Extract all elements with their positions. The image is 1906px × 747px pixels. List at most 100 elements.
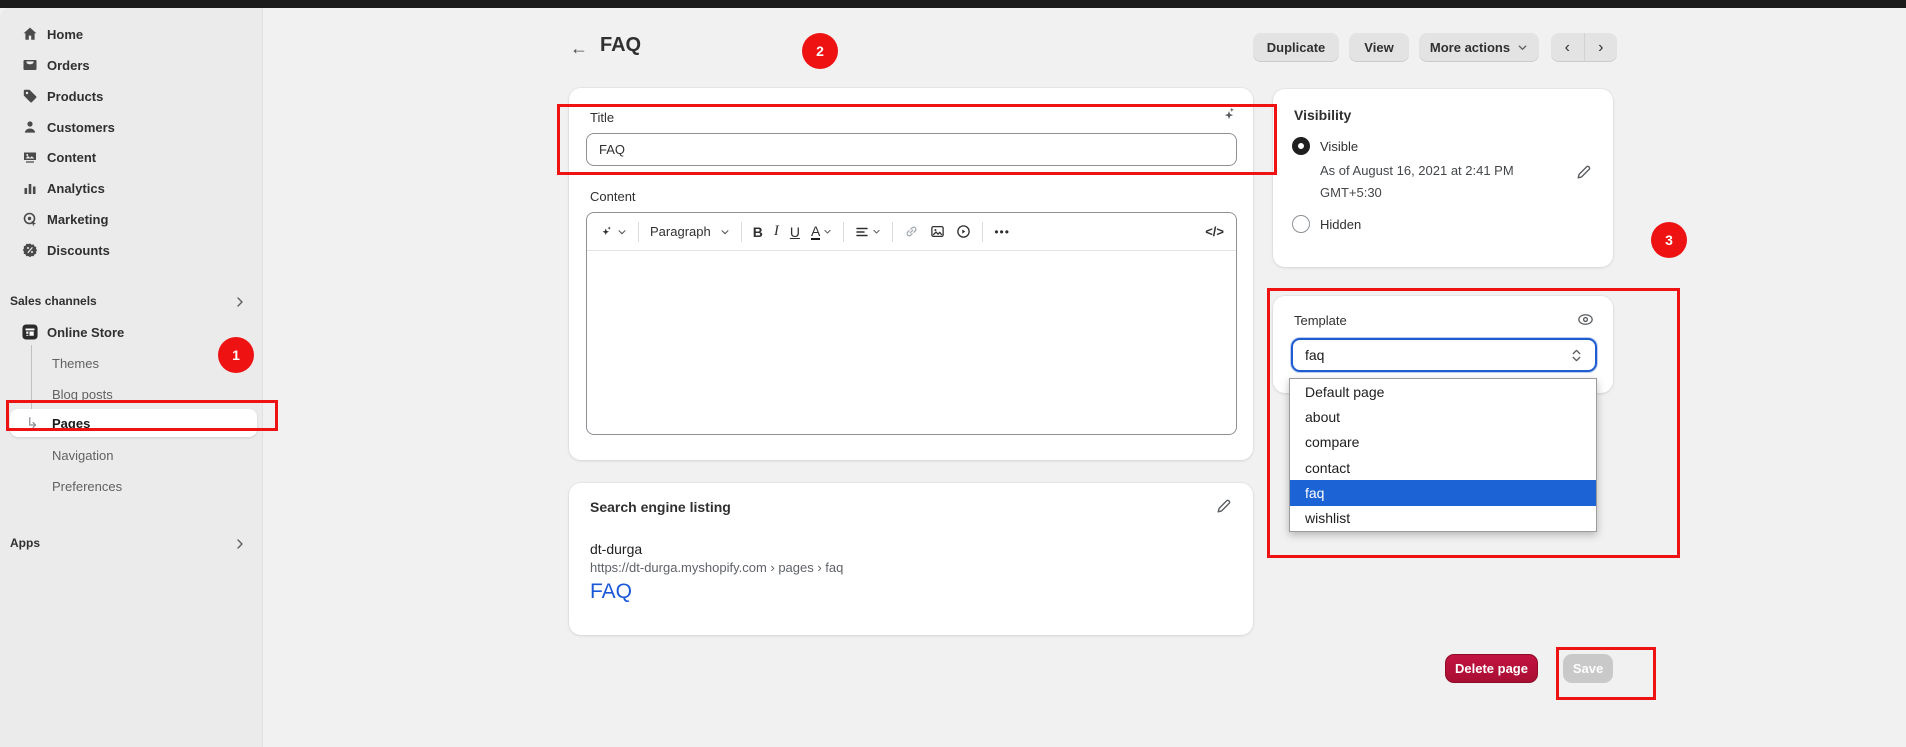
sidebar-item-online-store[interactable]: Online Store xyxy=(12,318,251,346)
more-actions-button[interactable]: More actions xyxy=(1419,33,1539,62)
content-icon xyxy=(22,149,38,165)
sidebar-item-pages[interactable]: ↳ Pages xyxy=(10,409,257,437)
magic-write-button[interactable] xyxy=(599,224,627,239)
sidebar-item-content[interactable]: Content xyxy=(12,143,251,171)
duplicate-button[interactable]: Duplicate xyxy=(1253,33,1339,62)
template-dropdown-list: Default page about compare contact faq w… xyxy=(1289,378,1597,532)
template-heading: Template xyxy=(1294,313,1347,328)
rich-text-editor[interactable]: Paragraph B I U A xyxy=(586,212,1237,435)
text-color-label: A xyxy=(811,224,820,240)
chevron-down-icon xyxy=(617,227,627,237)
magic-ai-icon xyxy=(599,224,614,239)
view-eye-icon[interactable] xyxy=(1576,310,1595,329)
editor-toolbar: Paragraph B I U A xyxy=(587,213,1236,251)
shopify-admin-page: Home Orders Products Customers Content A… xyxy=(0,0,1906,747)
seo-site-name: dt-durga xyxy=(590,541,642,557)
discounts-icon xyxy=(22,242,38,258)
sidebar-item-orders[interactable]: Orders xyxy=(12,51,251,79)
top-chrome-bar xyxy=(0,0,1906,8)
toolbar-divider xyxy=(638,222,639,242)
seo-result-link[interactable]: FAQ xyxy=(590,580,632,604)
sidebar-item-home[interactable]: Home xyxy=(12,20,251,48)
more-options-button[interactable]: ••• xyxy=(994,225,1010,239)
customers-icon xyxy=(22,119,38,135)
dropdown-option-about[interactable]: about xyxy=(1290,404,1596,429)
sidebar-item-label: Analytics xyxy=(47,181,105,196)
annotation-step-2: 2 xyxy=(802,33,838,69)
hidden-radio[interactable] xyxy=(1292,215,1310,233)
edit-pencil-icon[interactable] xyxy=(1575,163,1593,181)
visible-note-line2: GMT+5:30 xyxy=(1320,185,1382,200)
view-button[interactable]: View xyxy=(1349,33,1409,62)
visible-label[interactable]: Visible xyxy=(1320,139,1358,154)
sidebar-item-blog-posts[interactable]: Blog posts xyxy=(12,380,251,408)
select-updown-icon xyxy=(1570,348,1583,363)
chevron-down-icon xyxy=(823,227,832,236)
sales-channels-header[interactable]: Sales channels xyxy=(10,294,97,308)
chevron-down-icon xyxy=(872,227,881,236)
alignment-button[interactable] xyxy=(855,225,881,239)
visible-radio[interactable] xyxy=(1292,137,1310,155)
title-field-label: Title xyxy=(590,110,614,125)
previous-page-button[interactable]: ‹ xyxy=(1551,33,1584,62)
marketing-icon xyxy=(22,211,38,227)
align-left-icon xyxy=(855,225,869,239)
dropdown-option-default-page[interactable]: Default page xyxy=(1290,379,1596,404)
image-icon xyxy=(930,224,945,239)
bold-button[interactable]: B xyxy=(753,224,763,240)
orders-icon xyxy=(22,57,38,73)
toolbar-divider xyxy=(843,222,844,242)
chevron-right-icon[interactable] xyxy=(233,537,247,551)
toolbar-divider xyxy=(892,222,893,242)
hidden-label[interactable]: Hidden xyxy=(1320,217,1361,232)
sidebar-item-label: Customers xyxy=(47,120,115,135)
chevron-down-icon xyxy=(1517,42,1528,53)
sidebar-item-label: Discounts xyxy=(47,243,110,258)
apps-header[interactable]: Apps xyxy=(10,536,40,550)
edit-pencil-icon[interactable] xyxy=(1215,497,1233,515)
insert-video-button[interactable] xyxy=(956,224,971,239)
dropdown-option-compare[interactable]: compare xyxy=(1290,430,1596,455)
sidebar-item-discounts[interactable]: Discounts xyxy=(12,236,251,264)
paragraph-style-dropdown[interactable]: Paragraph xyxy=(650,224,730,239)
sidebar-item-navigation[interactable]: Navigation xyxy=(12,441,251,469)
insert-image-button[interactable] xyxy=(930,224,945,239)
sidebar-item-themes[interactable]: Themes xyxy=(12,349,251,377)
template-select[interactable]: faq xyxy=(1291,338,1597,372)
underline-button[interactable]: U xyxy=(790,224,800,240)
paragraph-style-label: Paragraph xyxy=(650,224,711,239)
magic-ai-icon[interactable] xyxy=(1218,104,1238,124)
sidebar-item-customers[interactable]: Customers xyxy=(12,113,251,141)
title-input[interactable] xyxy=(586,133,1237,166)
annotation-step-3: 3 xyxy=(1651,222,1687,258)
seo-url: https://dt-durga.myshopify.com › pages ›… xyxy=(590,560,843,575)
link-icon xyxy=(904,224,919,239)
visibility-heading: Visibility xyxy=(1294,107,1351,123)
dropdown-option-wishlist[interactable]: wishlist xyxy=(1290,506,1596,531)
sidebar-item-preferences[interactable]: Preferences xyxy=(12,472,251,500)
dropdown-option-contact[interactable]: contact xyxy=(1290,455,1596,480)
italic-button[interactable]: I xyxy=(774,223,779,240)
delete-page-button[interactable]: Delete page xyxy=(1445,654,1538,683)
sidebar-item-marketing[interactable]: Marketing xyxy=(12,205,251,233)
pagination-group: ‹ › xyxy=(1551,33,1617,62)
dropdown-option-faq-selected[interactable]: faq xyxy=(1290,480,1596,505)
play-icon xyxy=(956,224,971,239)
save-button[interactable]: Save xyxy=(1563,654,1613,683)
more-actions-label: More actions xyxy=(1430,40,1510,55)
online-store-icon xyxy=(22,324,38,340)
next-page-button[interactable]: › xyxy=(1584,33,1618,62)
seo-heading: Search engine listing xyxy=(590,499,731,515)
sidebar-item-products[interactable]: Products xyxy=(12,82,251,110)
back-button[interactable]: ← xyxy=(566,35,592,61)
sidebar-item-label: Products xyxy=(47,89,103,104)
sidebar-item-label: Content xyxy=(47,150,96,165)
seo-card: Search engine listing xyxy=(569,483,1253,635)
text-color-button[interactable]: A xyxy=(811,224,832,240)
chevron-right-icon[interactable] xyxy=(233,295,247,309)
show-html-button[interactable]: </> xyxy=(1205,224,1224,239)
page-title: FAQ xyxy=(600,34,641,57)
sidebar-item-analytics[interactable]: Analytics xyxy=(12,174,251,202)
editor-content-area[interactable] xyxy=(587,251,1236,435)
insert-link-button[interactable] xyxy=(904,224,919,239)
